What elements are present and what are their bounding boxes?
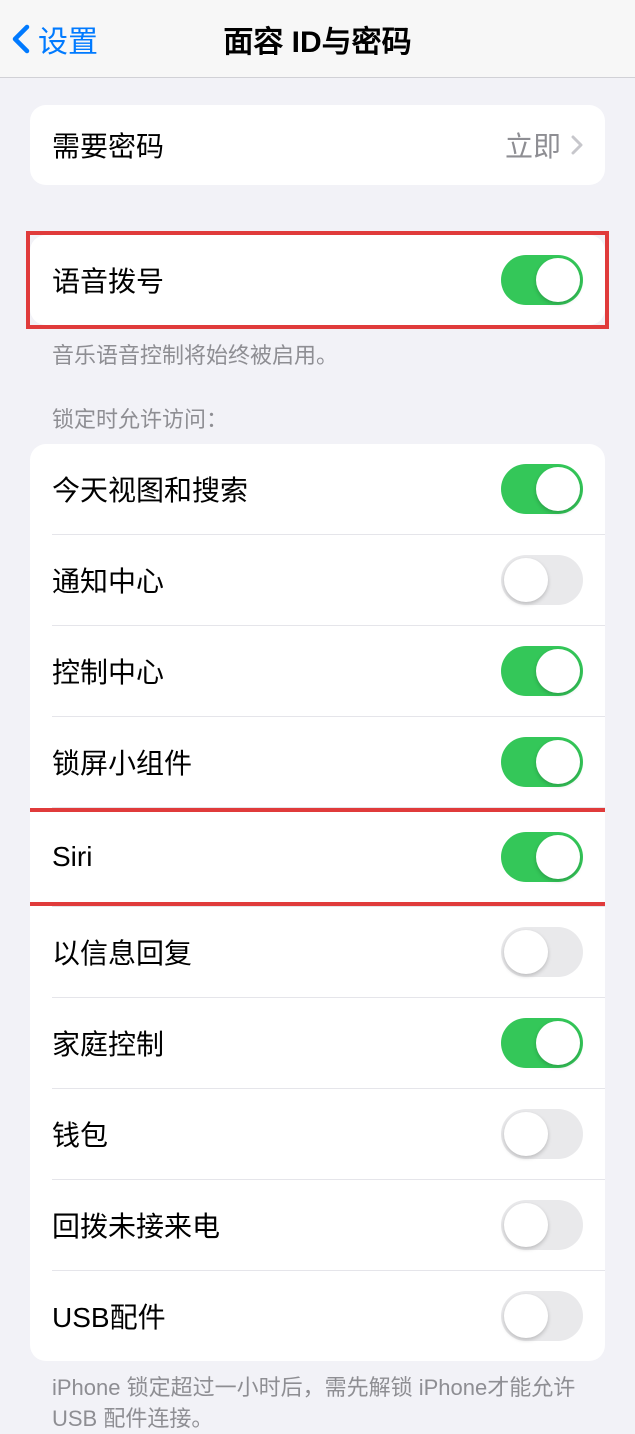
list-item-label: 以信息回复 bbox=[52, 932, 192, 972]
voice-dial-group: 语音拨号 bbox=[30, 235, 605, 325]
chevron-right-icon bbox=[571, 135, 583, 155]
nav-bar: 设置 面容 ID与密码 bbox=[0, 0, 635, 78]
list-item: 控制中心 bbox=[30, 626, 605, 716]
list-item-toggle[interactable] bbox=[501, 832, 583, 882]
list-item: 今天视图和搜索 bbox=[30, 444, 605, 534]
list-item-label: 控制中心 bbox=[52, 651, 164, 691]
chevron-left-icon bbox=[12, 24, 30, 54]
list-item-toggle[interactable] bbox=[501, 646, 583, 696]
require-passcode-value: 立即 bbox=[505, 125, 561, 165]
highlight-siri: Siri bbox=[30, 808, 605, 906]
voice-dial-label: 语音拨号 bbox=[52, 260, 164, 300]
list-item-toggle[interactable] bbox=[501, 927, 583, 977]
require-passcode-label: 需要密码 bbox=[52, 125, 164, 165]
list-item-toggle[interactable] bbox=[501, 1018, 583, 1068]
locked-access-group: 今天视图和搜索通知中心控制中心锁屏小组件 Siri 以信息回复家庭控制钱包回拨未接来… bbox=[30, 444, 605, 1361]
require-passcode-group: 需要密码 立即 bbox=[30, 105, 605, 185]
list-item: USB配件 bbox=[30, 1271, 605, 1361]
list-item: 锁屏小组件 bbox=[30, 717, 605, 807]
list-item: 家庭控制 bbox=[30, 998, 605, 1088]
locked-access-footer: iPhone 锁定超过一小时后，需先解锁 iPhone才能允许USB 配件连接。 bbox=[30, 1361, 605, 1434]
list-item: 回拨未接来电 bbox=[30, 1180, 605, 1270]
list-item: 通知中心 bbox=[30, 535, 605, 625]
list-item-label: 家庭控制 bbox=[52, 1023, 164, 1063]
voice-dial-footer: 音乐语音控制将始终被启用。 bbox=[30, 329, 605, 372]
list-item-label: USB配件 bbox=[52, 1296, 166, 1336]
list-item-toggle[interactable] bbox=[501, 1291, 583, 1341]
list-item: Siri bbox=[30, 812, 605, 902]
list-item-toggle[interactable] bbox=[501, 1109, 583, 1159]
list-item-label: 通知中心 bbox=[52, 560, 164, 600]
list-item-label: 今天视图和搜索 bbox=[52, 469, 248, 509]
highlight-voice-dial: 语音拨号 bbox=[26, 231, 609, 329]
list-item-toggle[interactable] bbox=[501, 737, 583, 787]
list-item-label: 锁屏小组件 bbox=[52, 742, 192, 782]
list-item-label: 钱包 bbox=[52, 1114, 108, 1154]
list-item: 以信息回复 bbox=[30, 907, 605, 997]
locked-access-header: 锁定时允许访问： bbox=[30, 402, 605, 444]
list-item-label: Siri bbox=[52, 841, 92, 873]
list-item-toggle[interactable] bbox=[501, 1200, 583, 1250]
voice-dial-row: 语音拨号 bbox=[30, 235, 605, 325]
list-item: 钱包 bbox=[30, 1089, 605, 1179]
list-item-toggle[interactable] bbox=[501, 464, 583, 514]
require-passcode-row[interactable]: 需要密码 立即 bbox=[30, 105, 605, 185]
back-button[interactable]: 设置 bbox=[0, 17, 98, 61]
page-title: 面容 ID与密码 bbox=[223, 17, 411, 61]
voice-dial-toggle[interactable] bbox=[501, 255, 583, 305]
list-item-toggle[interactable] bbox=[501, 555, 583, 605]
back-label: 设置 bbox=[38, 17, 98, 61]
list-item-label: 回拨未接来电 bbox=[52, 1205, 220, 1245]
